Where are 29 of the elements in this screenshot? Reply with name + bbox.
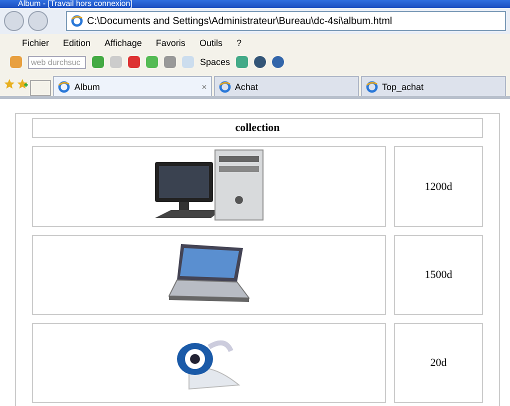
back-button[interactable]	[4, 11, 24, 31]
menu-item[interactable]: Affichage	[104, 38, 142, 48]
browser-tab[interactable]: Top_achat	[360, 76, 506, 96]
window-title: Album - [Travail hors connexion]	[18, 0, 132, 8]
tab-grid-button[interactable]	[30, 80, 52, 96]
menu-item[interactable]: Fichier	[22, 38, 50, 48]
toolbar-icon[interactable]	[128, 56, 140, 68]
browser-tab[interactable]: Album ×	[53, 76, 212, 96]
star-icon[interactable]	[4, 78, 15, 90]
browser-icon	[366, 80, 378, 92]
search-field[interactable]: web durchsuc	[28, 56, 86, 68]
table-header: collection	[32, 118, 483, 138]
browser-icon	[218, 80, 231, 92]
menu-item[interactable]: Edition	[63, 38, 91, 48]
menu-item[interactable]: Outils	[199, 38, 222, 48]
menu-item[interactable]: Favoris	[156, 38, 186, 48]
price-cell: 1200d	[394, 146, 483, 227]
browser-tab[interactable]: Achat	[214, 76, 359, 96]
address-field[interactable]: C:\Documents and Settings\Administrateur\Bureau\dc-4si\album.html	[66, 11, 506, 31]
menu-item[interactable]: ?	[236, 38, 242, 48]
spaces-button[interactable]: Spaces	[200, 57, 230, 67]
price-cell: 1500d	[394, 235, 483, 315]
browser-icon	[71, 15, 83, 27]
forward-button[interactable]	[28, 11, 48, 31]
price-cell: 20d	[394, 323, 483, 403]
browser-icon	[58, 80, 70, 92]
toolbar-icon[interactable]	[254, 56, 266, 68]
star-icon[interactable]	[16, 78, 28, 90]
close-tab-button[interactable]: ×	[202, 82, 207, 92]
